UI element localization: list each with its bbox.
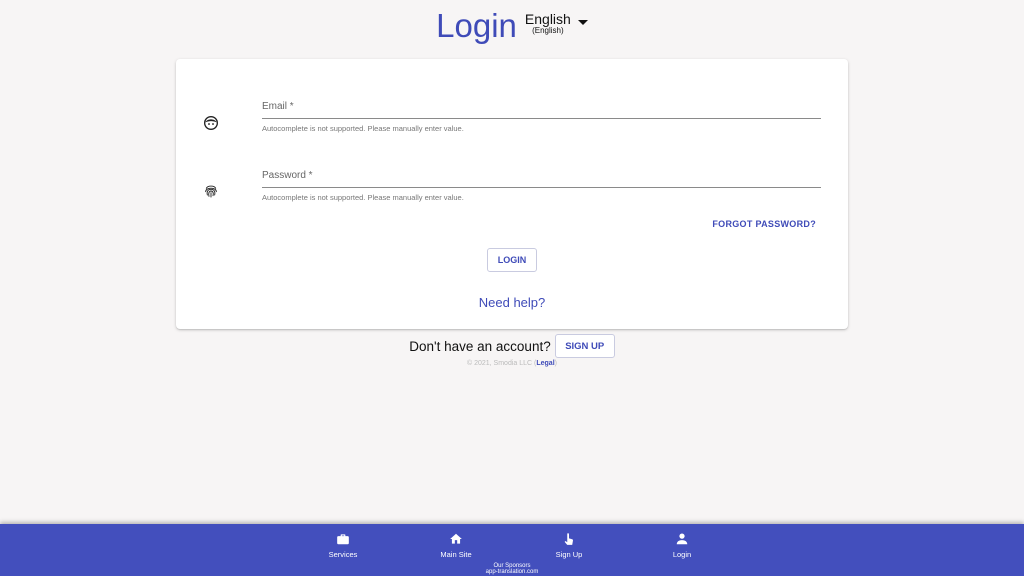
password-field: Password * Autocomplete is not supported…: [262, 170, 821, 202]
sponsor-link[interactable]: app-translation.com: [0, 569, 1024, 575]
language-text: English (English): [525, 12, 571, 35]
email-input[interactable]: [262, 113, 821, 119]
fingerprint-icon: [205, 185, 217, 198]
page-title: Login: [436, 7, 517, 44]
email-helper-text: Autocomplete is not supported. Please ma…: [262, 124, 464, 133]
copyright-text: © 2021, Smodia LLC (: [466, 360, 537, 367]
language-selector[interactable]: English (English): [525, 12, 588, 35]
email-label: Email *: [262, 101, 294, 112]
signup-prompt: Don't have an account?: [409, 338, 551, 354]
touch-icon: [564, 533, 573, 545]
nav-label-sign-up: Sign Up: [555, 550, 583, 559]
nav-item-services[interactable]: Services: [298, 532, 388, 559]
header: Login English (English): [0, 4, 1024, 48]
briefcase-icon: [337, 534, 349, 545]
home-icon: [450, 533, 462, 544]
need-help-link[interactable]: Need help?: [176, 295, 848, 310]
nav-label-services: Services: [328, 550, 358, 559]
email-field: Email * Autocomplete is not supported. P…: [262, 101, 821, 133]
legal-link[interactable]: Legal: [536, 360, 554, 367]
nav-item-sign-up[interactable]: Sign Up: [524, 532, 614, 559]
face-icon: [204, 116, 218, 130]
login-card: Email * Autocomplete is not supported. P…: [176, 59, 848, 329]
forgot-password-link[interactable]: FORGOT PASSWORD?: [712, 219, 816, 229]
nav-label-login: Login: [672, 550, 692, 559]
password-input[interactable]: [262, 182, 821, 188]
password-label: Password *: [262, 170, 313, 181]
password-helper-text: Autocomplete is not supported. Please ma…: [262, 193, 464, 202]
copyright: © 2021, Smodia LLC (Legal): [0, 360, 1024, 367]
sponsors: Our Sponsors app-translation.com: [0, 563, 1024, 575]
copyright-end: ): [554, 360, 557, 367]
person-icon: [676, 533, 688, 545]
language-native-name: (English): [532, 25, 564, 35]
sign-up-button[interactable]: SIGN UP: [554, 334, 615, 358]
login-button[interactable]: LOGIN: [487, 248, 537, 272]
caret-down-icon: [577, 19, 588, 25]
bottom-nav: Services Main Site Sign Up Login Our Spo…: [0, 524, 1024, 576]
signup-row: Don't have an account? SIGN UP: [0, 334, 1024, 358]
nav-label-main-site: Main Site: [440, 550, 472, 559]
nav-item-login[interactable]: Login: [637, 532, 727, 559]
language-name: English: [524, 10, 571, 27]
nav-item-main-site[interactable]: Main Site: [411, 532, 501, 559]
